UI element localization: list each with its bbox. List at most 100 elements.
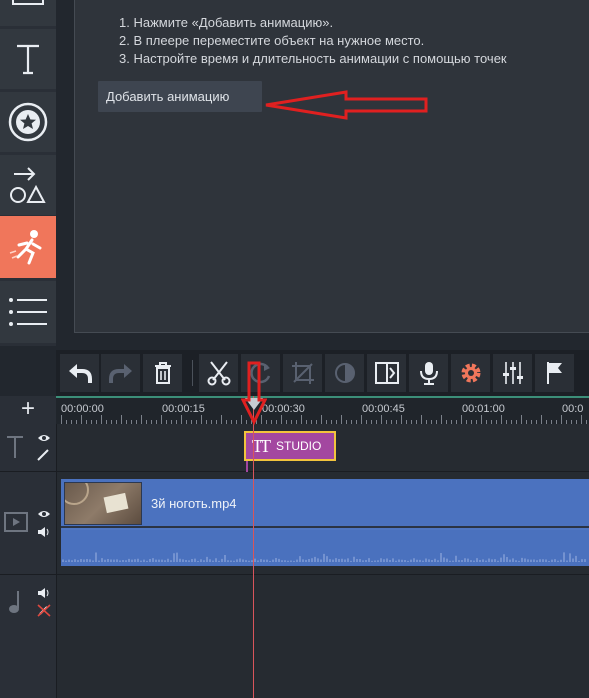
stickers-icon <box>8 102 48 142</box>
tick-label: 00:00:30 <box>262 403 305 415</box>
titles-icon <box>17 44 39 75</box>
title-clip-label: STUDIO <box>276 439 322 453</box>
instruction-list: 1. Нажмите «Добавить анимацию». 2. В пле… <box>119 14 507 68</box>
ruler-tick <box>521 415 522 424</box>
ruler-tick <box>461 415 462 424</box>
ruler-tick <box>81 415 82 424</box>
ruler-tick <box>421 415 422 424</box>
titles-button[interactable] <box>0 29 56 89</box>
film-icon <box>4 512 28 532</box>
tick-label: 00:00:00 <box>61 403 104 415</box>
chapters-icon <box>9 298 47 326</box>
edit-toolbar <box>56 350 589 396</box>
ruler-tick <box>561 415 562 424</box>
marker-button[interactable] <box>535 354 574 392</box>
unlink-icon[interactable] <box>37 604 51 617</box>
redo-icon <box>108 364 132 383</box>
video-clip-name: 3й ноготь.mp4 <box>151 496 237 511</box>
gear-icon <box>461 363 480 383</box>
redo-button[interactable] <box>101 354 140 392</box>
ruler-tick <box>301 415 302 424</box>
flag-icon <box>546 362 562 384</box>
tick-label: 00:00:15 <box>162 403 205 415</box>
crop-icon <box>291 362 314 384</box>
add-animation-button[interactable]: Добавить анимацию <box>98 81 262 112</box>
video-clip[interactable]: 3й ноготь.mp4 <box>61 479 589 566</box>
audio-track <box>56 575 589 698</box>
link-icon[interactable] <box>37 449 51 461</box>
cut-button[interactable] <box>199 354 238 392</box>
ruler-tick <box>201 415 202 424</box>
titles-icon <box>7 436 23 458</box>
playhead[interactable] <box>253 396 254 698</box>
instruction-step: 2. В плеере переместите объект на нужное… <box>119 33 425 48</box>
animation-icon <box>9 230 42 265</box>
settings-button[interactable] <box>451 354 490 392</box>
stickers-button[interactable] <box>0 92 56 152</box>
eye-icon[interactable] <box>37 433 51 443</box>
shapes-icon <box>10 167 46 203</box>
tick-label: 00:0 <box>562 403 584 415</box>
equalizer-icon <box>502 362 523 384</box>
ruler-tick <box>141 415 142 424</box>
title-clip[interactable]: TT STUDIO <box>244 431 336 461</box>
ruler-tick <box>61 415 62 424</box>
undo-button[interactable] <box>60 354 99 392</box>
ruler-tick <box>381 415 382 424</box>
annotation-arrow-down <box>241 361 267 426</box>
tick-label: 00:00:45 <box>362 403 405 415</box>
annotation-arrow-left <box>265 90 428 120</box>
delete-icon <box>154 362 171 384</box>
transitions-icon <box>374 362 399 384</box>
instruction-step: 3. Настройте время и длительность анимац… <box>119 51 507 66</box>
ruler-tick <box>401 415 402 424</box>
add-track-button[interactable]: + <box>0 396 56 424</box>
eye-icon[interactable] <box>37 509 51 519</box>
audio-waveform <box>61 530 589 566</box>
instruction-step: 1. Нажмите «Добавить анимацию». <box>119 15 334 30</box>
voice-button[interactable] <box>409 354 448 392</box>
crop-button[interactable] <box>283 354 322 392</box>
ruler-tick <box>541 415 542 424</box>
microphone-icon <box>419 362 438 385</box>
delete-button[interactable] <box>143 354 182 392</box>
transitions-button[interactable] <box>367 354 406 392</box>
media-icon <box>12 0 44 5</box>
waveform-graphic <box>62 552 586 562</box>
ruler-tick <box>581 415 582 424</box>
chapters-button[interactable] <box>0 281 56 343</box>
ruler-tick <box>341 415 342 424</box>
ruler-tick <box>361 415 362 424</box>
ruler-tick <box>161 415 162 424</box>
video-editor: 1. Нажмите «Добавить анимацию». 2. В пле… <box>0 0 589 698</box>
text-icon: TT <box>252 435 271 456</box>
animation-button[interactable] <box>0 216 56 278</box>
color-icon <box>334 363 355 383</box>
left-sidebar <box>0 0 56 346</box>
music-note-icon <box>9 591 19 613</box>
undo-icon <box>68 364 92 383</box>
speaker-icon[interactable] <box>37 587 51 599</box>
title-track-header <box>0 424 56 472</box>
ruler-tick <box>281 415 282 424</box>
toolbar-separator <box>192 360 193 386</box>
ruler-tick <box>101 415 102 424</box>
video-track-header <box>0 472 56 575</box>
media-button[interactable] <box>0 0 56 26</box>
ruler-tick <box>121 415 122 424</box>
timeline-ruler[interactable]: 00:00:00 00:00:15 00:00:30 00:00:45 00:0… <box>56 396 589 424</box>
color-button[interactable] <box>325 354 364 392</box>
tick-label: 00:01:00 <box>462 403 505 415</box>
ruler-tick <box>481 415 482 424</box>
video-thumbnail <box>64 482 142 525</box>
ruler-tick <box>501 415 502 424</box>
video-clip-frames: 3й ноготь.mp4 <box>61 479 589 528</box>
ruler-tick <box>221 415 222 424</box>
cut-icon <box>207 361 230 386</box>
speaker-icon[interactable] <box>37 526 51 538</box>
shapes-button[interactable] <box>0 155 56 215</box>
equalizer-button[interactable] <box>493 354 532 392</box>
ruler-tick <box>321 415 322 424</box>
audio-track-header <box>0 575 56 698</box>
ruler-tick <box>181 415 182 424</box>
